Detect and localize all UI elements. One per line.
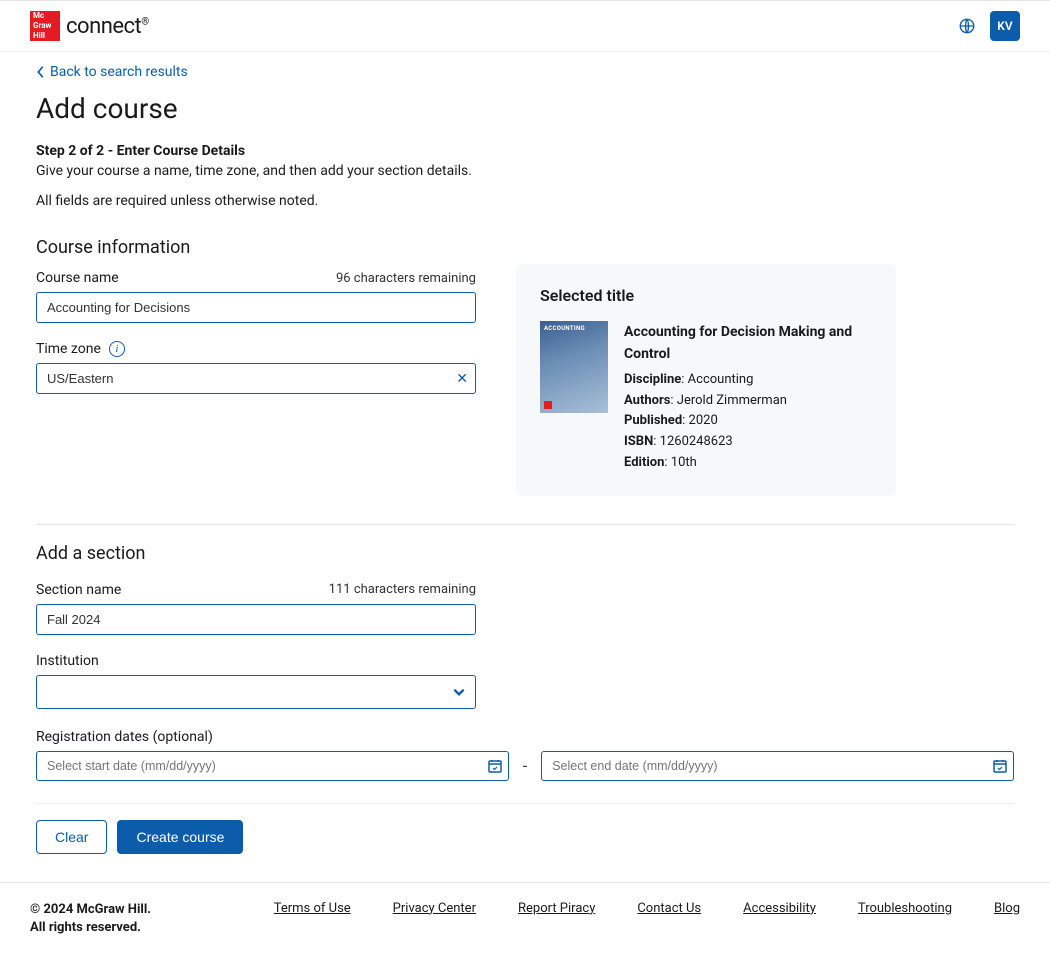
page-footer: © 2024 McGraw Hill. All rights reserved.…: [0, 882, 1050, 961]
footer-link-terms[interactable]: Terms of Use: [274, 901, 351, 916]
footer-link-blog[interactable]: Blog: [994, 901, 1020, 916]
page-title: Add course: [36, 92, 1014, 125]
start-date-input[interactable]: [36, 751, 509, 781]
registration-dates-label: Registration dates (optional): [36, 729, 1014, 745]
selected-title-card: Selected title ACCOUNTING Accounting for…: [516, 264, 896, 496]
timezone-label: Time zone: [36, 341, 101, 357]
mh-square-logo: Mc Graw Hill: [30, 11, 60, 41]
footer-link-contact[interactable]: Contact Us: [637, 901, 701, 916]
chevron-left-icon: [36, 65, 46, 79]
footer-link-accessibility[interactable]: Accessibility: [743, 901, 816, 916]
back-link-label: Back to search results: [50, 64, 188, 80]
course-name-label: Course name: [36, 270, 119, 286]
clear-timezone-icon[interactable]: ✕: [456, 371, 468, 387]
section-divider: [36, 524, 1014, 525]
selected-title-heading: Selected title: [540, 286, 872, 305]
button-divider: [36, 803, 1014, 804]
footer-link-privacy[interactable]: Privacy Center: [393, 901, 476, 916]
book-authors: Authors: Jerold Zimmerman: [624, 391, 872, 412]
date-range-dash: -: [523, 756, 527, 775]
page-instruction: Give your course a name, time zone, and …: [36, 163, 1014, 179]
institution-select[interactable]: [36, 675, 476, 709]
section-name-input[interactable]: [36, 604, 476, 635]
end-date-input[interactable]: [541, 751, 1014, 781]
globe-icon[interactable]: [958, 17, 976, 35]
brand-logo[interactable]: Mc Graw Hill connect®: [30, 11, 149, 41]
add-section-heading: Add a section: [36, 543, 1014, 564]
footer-link-troubleshooting[interactable]: Troubleshooting: [858, 901, 952, 916]
top-bar: Mc Graw Hill connect® KV: [0, 0, 1050, 52]
book-discipline: Discipline: Accounting: [624, 370, 872, 391]
course-name-input[interactable]: [36, 292, 476, 323]
copyright-line-1: © 2024 McGraw Hill.: [30, 901, 151, 919]
book-title: Accounting for Decision Making and Contr…: [624, 321, 872, 366]
timezone-input[interactable]: [36, 363, 476, 394]
required-note: All fields are required unless otherwise…: [36, 193, 1014, 209]
institution-label: Institution: [36, 653, 476, 669]
user-avatar[interactable]: KV: [990, 11, 1020, 41]
book-cover-image: ACCOUNTING: [540, 321, 608, 413]
section-name-remaining: 111 characters remaining: [329, 582, 476, 597]
course-name-remaining: 96 characters remaining: [336, 271, 476, 286]
section-name-label: Section name: [36, 582, 121, 598]
calendar-icon[interactable]: [992, 758, 1008, 774]
footer-link-piracy[interactable]: Report Piracy: [518, 901, 595, 916]
book-edition: Edition: 10th: [624, 453, 872, 474]
book-published: Published: 2020: [624, 411, 872, 432]
course-info-heading: Course information: [36, 237, 1014, 258]
back-to-search-link[interactable]: Back to search results: [36, 64, 188, 80]
info-icon[interactable]: i: [109, 341, 125, 357]
calendar-icon[interactable]: [487, 758, 503, 774]
copyright-line-2: All rights reserved.: [30, 919, 151, 937]
book-isbn: ISBN: 1260248623: [624, 432, 872, 453]
connect-wordmark: connect®: [66, 14, 149, 39]
step-indicator: Step 2 of 2 - Enter Course Details: [36, 143, 1014, 159]
